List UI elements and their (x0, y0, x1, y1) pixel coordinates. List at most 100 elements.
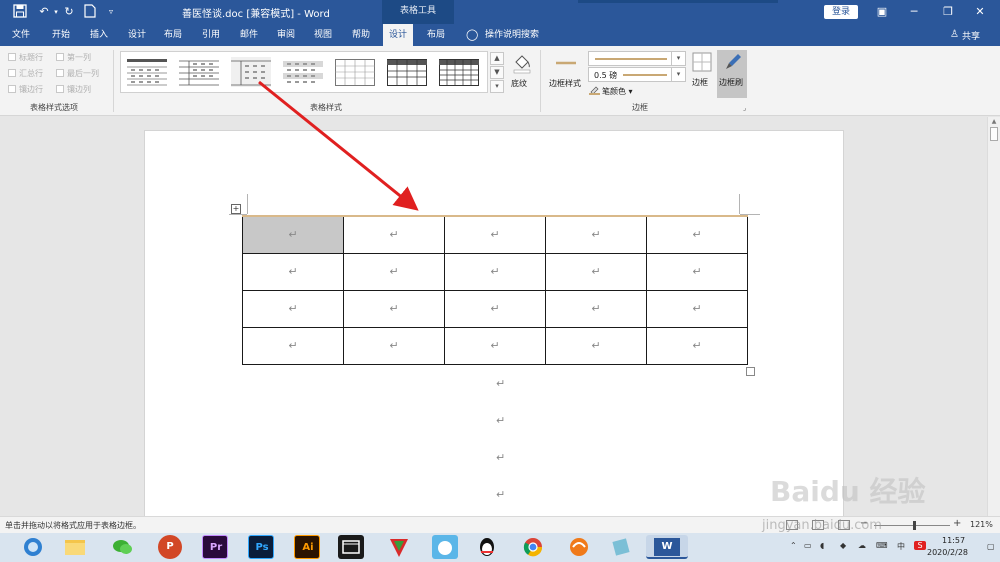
zoom-slider[interactable] (874, 525, 950, 526)
lightbulb-icon[interactable]: ◯ (466, 28, 478, 41)
clock-time[interactable]: 11:57 (942, 536, 965, 545)
orange-app-icon[interactable] (566, 535, 592, 559)
tell-me-search[interactable]: 操作说明搜索 (479, 24, 545, 46)
teal-app-icon[interactable] (608, 535, 634, 559)
qq-cat-icon[interactable] (432, 535, 458, 559)
close-icon[interactable]: ✕ (970, 3, 990, 21)
table-cell[interactable]: ↵ (545, 326, 647, 365)
person-icon[interactable]: ♙ (950, 29, 959, 40)
powerpoint-icon[interactable]: P (158, 535, 182, 559)
table-cell[interactable]: ↵ (343, 252, 445, 291)
table-style-thumb[interactable] (127, 57, 167, 87)
table-cell[interactable]: ↵ (242, 215, 344, 254)
tab-mailings[interactable]: 邮件 (234, 24, 264, 46)
save-icon[interactable] (12, 4, 28, 20)
pen-color-button[interactable]: 笔颜色 ▾ (602, 86, 633, 97)
table-cell[interactable]: ↵ (545, 215, 647, 254)
tray-network-icon[interactable]: ▭ (804, 541, 812, 550)
tray-language[interactable]: 中 (897, 541, 905, 552)
tab-file[interactable]: 文件 (6, 24, 36, 46)
table-cell[interactable]: ↵ (646, 289, 748, 328)
gallery-more-icon[interactable]: ▾ (490, 80, 504, 93)
premiere-icon[interactable]: Pr (202, 535, 228, 559)
chevron-down-icon[interactable]: ▾ (671, 68, 685, 81)
table-cell[interactable]: ↵ (444, 215, 546, 254)
new-doc-icon[interactable] (82, 4, 98, 20)
table-style-thumb[interactable] (439, 57, 479, 87)
notification-icon[interactable]: ▢ (987, 542, 995, 551)
checkbox[interactable] (56, 69, 64, 77)
tab-home[interactable]: 开始 (46, 24, 76, 46)
scroll-up-icon[interactable]: ▲ (989, 118, 999, 126)
word-taskbar-icon[interactable]: W (646, 535, 688, 559)
tray-ime-icon[interactable]: S (914, 541, 926, 550)
tab-insert[interactable]: 插入 (84, 24, 114, 46)
tray-keyboard-icon[interactable]: ⌨ (876, 541, 888, 550)
table-style-thumb[interactable] (179, 57, 219, 87)
wechat-icon[interactable] (110, 535, 136, 559)
table-cell[interactable]: ↵ (444, 289, 546, 328)
option-first-column[interactable]: 第一列 (56, 52, 91, 63)
table-cell[interactable]: ↵ (545, 252, 647, 291)
zoom-slider-thumb[interactable] (913, 521, 916, 530)
table-cell[interactable]: ↵ (242, 289, 344, 328)
video-editor-icon[interactable] (338, 535, 364, 559)
browser-app-icon[interactable] (20, 535, 46, 559)
table-cell[interactable]: ↵ (343, 289, 445, 328)
table-style-thumb[interactable] (231, 57, 271, 87)
gallery-scroll-up-icon[interactable]: ▲ (490, 52, 504, 65)
table-cell[interactable]: ↵ (242, 252, 344, 291)
border-styles-button[interactable]: 边框样式 (549, 78, 581, 89)
table-style-thumb[interactable] (283, 57, 323, 87)
gallery-scroll-down-icon[interactable]: ▼ (490, 66, 504, 79)
red-app-icon[interactable] (386, 535, 412, 559)
tab-table-layout[interactable]: 布局 (421, 24, 451, 46)
table-cell[interactable]: ↵ (444, 252, 546, 291)
tab-help[interactable]: 帮助 (346, 24, 376, 46)
file-explorer-icon[interactable] (62, 535, 88, 559)
tab-table-design[interactable]: 设计 (383, 24, 414, 46)
ribbon-display-options-icon[interactable]: ▣ (872, 3, 892, 21)
checkbox[interactable] (56, 53, 64, 61)
table-cell[interactable]: ↵ (444, 326, 546, 365)
checkbox[interactable] (8, 85, 16, 93)
table-style-thumb[interactable] (387, 57, 427, 87)
illustrator-icon[interactable]: Ai (294, 535, 320, 559)
table-cell[interactable]: ↵ (545, 289, 647, 328)
login-button[interactable]: 登录 (824, 5, 858, 19)
checkbox[interactable] (8, 53, 16, 61)
pen-color-icon[interactable] (589, 84, 600, 95)
checkbox[interactable] (8, 69, 16, 77)
tab-design[interactable]: 设计 (122, 24, 152, 46)
option-header-row[interactable]: 标题行 (8, 52, 43, 63)
table-cell[interactable]: ↵ (646, 252, 748, 291)
redo-icon[interactable]: ↻ (61, 4, 77, 20)
tray-cloud-icon[interactable]: ☁ (858, 541, 866, 550)
table-cell[interactable]: ↵ (646, 326, 748, 365)
table-cell[interactable]: ↵ (343, 215, 445, 254)
option-banded-rows[interactable]: 镶边行 (8, 84, 43, 95)
minimize-icon[interactable]: ─ (904, 3, 924, 21)
option-last-column[interactable]: 最后一列 (56, 68, 99, 79)
line-weight-dropdown[interactable]: 0.5 磅 ▾ (588, 67, 686, 82)
vertical-scrollbar[interactable]: ▲ (987, 117, 1000, 516)
photoshop-icon[interactable]: Ps (248, 535, 274, 559)
share-button[interactable]: 共享 (962, 29, 980, 42)
shading-button[interactable]: 底纹 (511, 78, 527, 89)
border-painter-button[interactable] (717, 50, 747, 98)
dialog-launcher-icon[interactable]: ⌟ (743, 104, 746, 112)
table-cell[interactable]: ↵ (242, 326, 344, 365)
tab-references[interactable]: 引用 (196, 24, 226, 46)
table-cell[interactable]: ↵ (343, 326, 445, 365)
tab-view[interactable]: 视图 (308, 24, 338, 46)
tab-layout[interactable]: 布局 (158, 24, 188, 46)
table-style-thumb[interactable] (335, 57, 375, 87)
qq-icon[interactable] (474, 535, 500, 559)
chevron-down-icon[interactable]: ▾ (671, 52, 685, 65)
tray-up-arrow-icon[interactable]: ⌃ (790, 541, 797, 550)
scrollbar-thumb[interactable] (990, 127, 998, 141)
chrome-icon[interactable] (520, 535, 546, 559)
restore-icon[interactable]: ❐ (938, 3, 958, 21)
table-move-handle-icon[interactable]: + (231, 204, 241, 214)
borders-button[interactable] (689, 50, 715, 96)
